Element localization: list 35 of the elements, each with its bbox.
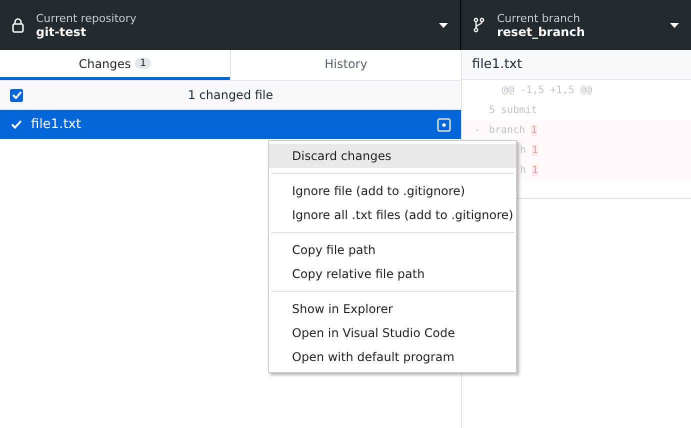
repository-name: git-test [36, 24, 88, 38]
file-checkbox[interactable] [10, 118, 23, 131]
diff-line: branch 1 [489, 124, 538, 136]
diff-line: h 1 [520, 164, 538, 176]
diff-marker: - [474, 124, 480, 136]
caret-icon [670, 22, 679, 28]
menu-item[interactable]: Open in Visual Studio Code [269, 321, 516, 345]
branch-selector[interactable]: Current branch reset_branch [461, 0, 691, 50]
count-badge: 1 [134, 58, 152, 69]
menu-item[interactable]: Copy relative file path [269, 262, 516, 286]
diff-line: h 1 [520, 144, 538, 156]
modified-icon [437, 118, 451, 132]
hunk-header: @@ -1,5 +1,5 @@ [502, 84, 592, 96]
changed-files-summary: 1 changed file [186, 88, 274, 102]
menu-item[interactable]: Show in Explorer [269, 297, 516, 321]
menu-item[interactable]: Copy file path [269, 238, 516, 262]
branch-icon [473, 17, 485, 33]
tab-label: Changes [78, 56, 131, 70]
select-all-checkbox[interactable] [10, 88, 23, 102]
caret-icon [439, 22, 448, 28]
repository-selector[interactable]: Current repository git-test [0, 0, 461, 50]
file-name: file1.txt [31, 117, 82, 132]
tab-label: History [324, 56, 368, 70]
diff-line: 5 submit [489, 104, 538, 116]
diff-file-name: file1.txt [472, 57, 522, 72]
tab[interactable]: History [230, 50, 461, 80]
menu-item[interactable]: Discard changes [269, 144, 516, 168]
lock-icon [12, 17, 24, 33]
menu-item[interactable]: Open with default program [269, 345, 516, 369]
repository-label: Current repository [36, 12, 138, 24]
branch-label: Current branch [497, 12, 582, 24]
file-row[interactable]: file1.txt [0, 110, 461, 139]
menu-item[interactable]: Ignore file (add to .gitignore) [269, 179, 516, 203]
branch-name: reset_branch [497, 24, 586, 38]
menu-item[interactable]: Ignore all .txt files (add to .gitignore) [269, 203, 516, 227]
